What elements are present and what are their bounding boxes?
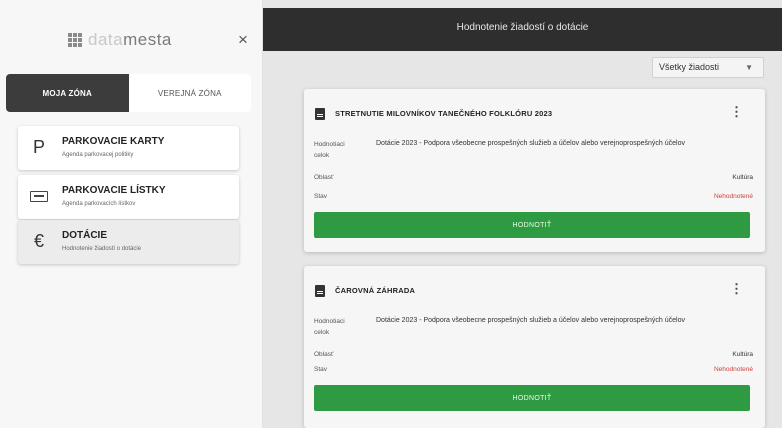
- ticket-icon: [28, 184, 50, 208]
- logo-text-mesta: mesta: [123, 30, 172, 49]
- application-title: ČAROVNÁ ZÁHRADA: [335, 286, 416, 295]
- evaluate-button[interactable]: HODNOTIŤ: [314, 212, 750, 238]
- oblast-value: Kultúra: [732, 174, 753, 181]
- application-title: STRETNUTIE MILOVNÍKOV TANEČNÉHO FOLKLÓRU…: [335, 109, 553, 118]
- more-options-icon[interactable]: ⋮: [730, 281, 743, 297]
- status-badge: Nehodnotené: [713, 193, 753, 200]
- menu-item-title: PARKOVACIE LÍSTKY: [62, 185, 166, 196]
- application-card: STRETNUTIE MILOVNÍKOV TANEČNÉHO FOLKLÓRU…: [304, 89, 765, 252]
- label-stav: Stav: [314, 366, 328, 373]
- menu-item-parkovacie-karty[interactable]: P PARKOVACIE KARTY Agenda parkovacej pol…: [18, 126, 239, 170]
- filter-select-value: Všetky žiadosti: [659, 62, 720, 72]
- zone-tabs: MOJA ZÓNA VEREJNÁ ZÓNA: [6, 74, 251, 112]
- logo: data mesta: [68, 30, 172, 50]
- menu-item-title: PARKOVACIE KARTY: [62, 136, 165, 147]
- chevron-down-icon: ▼: [745, 63, 753, 72]
- logo-grid-icon: [68, 33, 82, 47]
- label-hodnotiaci: Hodnotiaci: [314, 318, 345, 325]
- label-hodnotiaci: Hodnotiaci: [314, 141, 345, 148]
- application-card: ČAROVNÁ ZÁHRADA ⋮ Hodnotiaci celok Dotác…: [304, 266, 765, 428]
- document-icon: [315, 285, 325, 297]
- label-oblast: Oblasť: [314, 174, 334, 181]
- page-title: Hodnotenie žiadostí o dotácie: [456, 22, 589, 33]
- logo-text-data: data: [88, 30, 124, 49]
- sidebar: data mesta × MOJA ZÓNA VEREJNÁ ZÓNA P PAR…: [0, 0, 263, 428]
- parking-p-icon: P: [32, 136, 45, 157]
- tab-verejna-zona[interactable]: VEREJNÁ ZÓNA: [128, 74, 251, 112]
- label-celok: celok: [314, 329, 330, 336]
- filter-select[interactable]: Všetky žiadosti ▼: [652, 57, 764, 78]
- label-stav: Stav: [314, 193, 328, 200]
- status-badge: Nehodnotené: [713, 366, 753, 373]
- oblast-value: Kultúra: [732, 351, 753, 358]
- close-icon[interactable]: ×: [238, 30, 248, 50]
- evaluate-button[interactable]: HODNOTIŤ: [314, 385, 750, 411]
- label-celok: celok: [314, 152, 330, 159]
- top-bar: Hodnotenie žiadostí o dotácie: [263, 8, 782, 51]
- program-value: Dotácie 2023 - Podpora všeobecne prospeš…: [376, 317, 685, 324]
- menu-item-subtitle: Agenda parkovacej politiky: [62, 152, 134, 158]
- menu-item-parkovacie-listky[interactable]: PARKOVACIE LÍSTKY Agenda parkovacích lís…: [18, 175, 239, 219]
- euro-icon: €: [33, 230, 44, 251]
- document-icon: [315, 108, 325, 120]
- menu-item-title: DOTÁCIE: [62, 230, 107, 241]
- menu-item-subtitle: Hodnotenie žiadostí o dotácie: [62, 246, 142, 252]
- menu-item-subtitle: Agenda parkovacích lístkov: [62, 201, 136, 207]
- program-value: Dotácie 2023 - Podpora všeobecne prospeš…: [376, 140, 685, 147]
- label-oblast: Oblasť: [314, 351, 334, 358]
- tab-moja-zona[interactable]: MOJA ZÓNA: [6, 74, 129, 112]
- menu-item-dotacie[interactable]: € DOTÁCIE Hodnotenie žiadostí o dotácie: [18, 220, 239, 264]
- more-options-icon[interactable]: ⋮: [730, 104, 743, 120]
